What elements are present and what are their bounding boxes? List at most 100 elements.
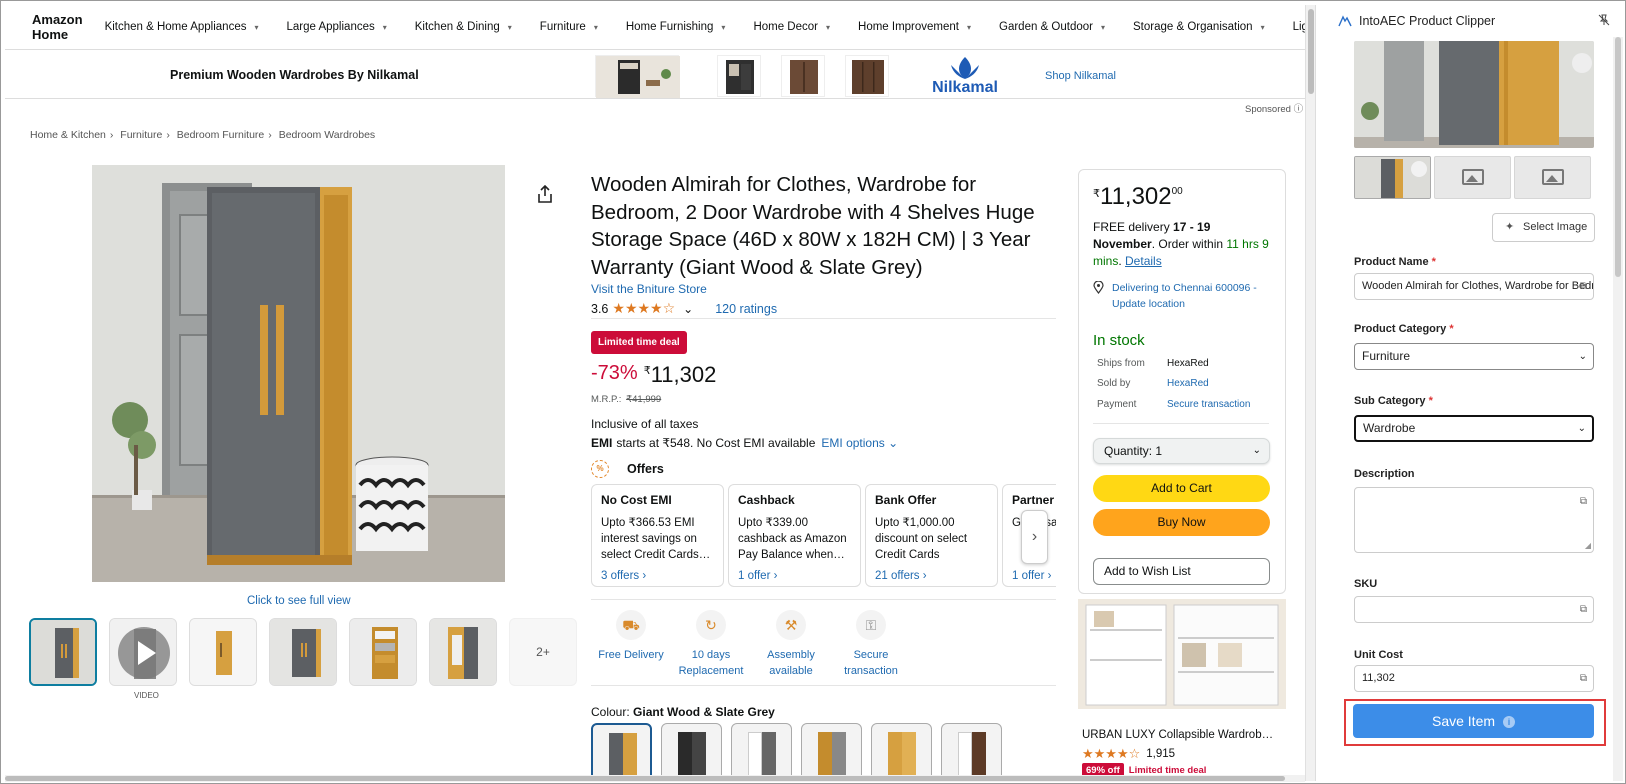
- panel-body: ✦ Select Image Product Name * Wooden Alm…: [1316, 37, 1624, 781]
- resize-handle-icon[interactable]: ◢: [1585, 541, 1591, 550]
- feature-secure-transaction[interactable]: ⚿ Secure transaction: [831, 610, 911, 679]
- expand-icon[interactable]: ⧉: [1580, 496, 1587, 507]
- scrollbar-thumb[interactable]: [1615, 37, 1621, 277]
- label-text: Description: [1354, 468, 1415, 480]
- offer-link[interactable]: 1 offer ›: [1012, 570, 1056, 582]
- add-to-cart-button[interactable]: Add to Cart: [1093, 475, 1270, 502]
- nav-item-home-furnishing[interactable]: Home Furnishing ▾: [626, 21, 726, 33]
- delivery-location-link[interactable]: Delivering to Chennai 600096 - Update lo…: [1093, 280, 1278, 312]
- thumbnail-4[interactable]: [269, 618, 337, 686]
- nav-item-furniture[interactable]: Furniture ▾: [540, 21, 598, 33]
- feature-label: 10 days Replacement: [678, 649, 744, 677]
- secure-transaction-link[interactable]: Secure transaction: [1167, 399, 1250, 410]
- ad-room-image[interactable]: [595, 55, 680, 98]
- thumbnail-5[interactable]: [349, 618, 417, 686]
- ad-title[interactable]: Premium Wooden Wardrobes By Nilkamal: [170, 68, 419, 82]
- image-option-2[interactable]: [1434, 156, 1511, 199]
- nav-item-garden-outdoor[interactable]: Garden & Outdoor ▾: [999, 21, 1105, 33]
- feature-replacement[interactable]: ↻ 10 days Replacement: [671, 610, 751, 679]
- product-category-select[interactable]: Furniture ⌄: [1354, 343, 1594, 370]
- swatch-door: [748, 732, 762, 781]
- page-horizontal-scrollbar[interactable]: [5, 775, 1305, 782]
- sub-category-select[interactable]: Wardrobe ⌄: [1354, 415, 1594, 442]
- page-vertical-scrollbar[interactable]: [1305, 5, 1315, 781]
- ad-wardrobe-image-2[interactable]: [781, 55, 825, 97]
- breadcrumb-home-kitchen[interactable]: Home & Kitchen: [30, 129, 106, 141]
- shop-nilkamal-link[interactable]: Shop Nilkamal: [1045, 70, 1116, 82]
- colour-swatch-5[interactable]: [871, 723, 932, 781]
- nav-item-label: Lighting: [1292, 21, 1305, 33]
- nav-item-kitchen-dining[interactable]: Kitchen & Dining ▾: [415, 21, 512, 33]
- nav-item-kitchen-home-appliances[interactable]: Kitchen & Home Appliances ▾: [105, 21, 259, 33]
- offer-link[interactable]: 3 offers ›: [601, 570, 714, 582]
- thumbnail-3[interactable]: [189, 618, 257, 686]
- breadcrumb-separator: ›: [268, 129, 272, 141]
- nav-item-storage-organisation[interactable]: Storage & Organisation ▾: [1133, 21, 1265, 33]
- select-image-button[interactable]: ✦ Select Image: [1492, 213, 1595, 242]
- unit-cost-input[interactable]: 11,302 ⧉: [1354, 665, 1594, 692]
- expand-icon[interactable]: ⧉: [1580, 666, 1587, 691]
- nav-item-large-appliances[interactable]: Large Appliances ▾: [287, 21, 387, 33]
- quantity-select[interactable]: Quantity: 1 ⌄: [1093, 438, 1270, 464]
- emi-options-link[interactable]: EMI options ⌄: [821, 436, 898, 450]
- colour-swatch-giant-wood-slate-grey[interactable]: [591, 723, 652, 781]
- offer-card[interactable]: Bank Offer Upto ₹1,000.00 discount on se…: [865, 484, 998, 587]
- price-line: -73% ₹ 11,302: [591, 362, 716, 388]
- panel-scrollbar[interactable]: [1613, 37, 1623, 781]
- rating-stars-icon[interactable]: ★★★★☆: [612, 300, 675, 317]
- thumbnail-video[interactable]: [109, 618, 177, 686]
- thumbnail-more[interactable]: 2+: [509, 618, 577, 686]
- nav-item-lighting[interactable]: Lighting▾: [1293, 21, 1305, 33]
- breadcrumb-bedroom-furniture[interactable]: Bedroom Furniture: [177, 129, 265, 141]
- scrollbar-thumb[interactable]: [1308, 9, 1314, 94]
- limited-deal-badge: Limited time deal: [591, 331, 687, 354]
- scrollbar-thumb[interactable]: [5, 776, 1285, 781]
- seller-link[interactable]: HexaRed: [1167, 378, 1209, 389]
- description-textarea[interactable]: ⧉ ◢: [1354, 487, 1594, 553]
- buy-now-button[interactable]: Buy Now: [1093, 509, 1270, 536]
- sponsored-banner[interactable]: Premium Wooden Wardrobes By Nilkamal Nil…: [5, 51, 1305, 99]
- sponsored-product-image[interactable]: [1078, 599, 1286, 709]
- sku-input[interactable]: ⧉: [1354, 596, 1594, 623]
- offer-link[interactable]: 21 offers ›: [875, 570, 988, 582]
- save-item-button[interactable]: Save Item i: [1353, 704, 1594, 738]
- nav-brand-link[interactable]: Amazon Home: [32, 12, 83, 42]
- breadcrumb-furniture[interactable]: Furniture: [120, 129, 162, 141]
- ratings-count-link[interactable]: 120 ratings: [715, 302, 777, 316]
- product-name-input[interactable]: Wooden Almirah for Clothes, Wardrobe for…: [1354, 273, 1594, 300]
- expand-icon[interactable]: ⧉: [1580, 597, 1587, 622]
- see-full-view-link[interactable]: Click to see full view: [247, 595, 351, 607]
- unpin-icon[interactable]: [1598, 14, 1610, 29]
- thumbnail-6[interactable]: [429, 618, 497, 686]
- feature-assembly[interactable]: ⚒ Assembly available: [751, 610, 831, 679]
- share-icon[interactable]: [537, 184, 553, 208]
- offers-next-button[interactable]: ›: [1021, 510, 1048, 564]
- offer-card[interactable]: Cashback Upto ₹339.00 cashback as Amazon…: [728, 484, 861, 587]
- offer-link[interactable]: 1 offer ›: [738, 570, 851, 582]
- nilkamal-logo[interactable]: Nilkamal: [927, 55, 1003, 97]
- order-within-prefix: . Order within: [1151, 237, 1224, 251]
- thumbnail-1[interactable]: [29, 618, 97, 686]
- image-option-3[interactable]: [1514, 156, 1591, 199]
- add-to-wish-list-button[interactable]: Add to Wish List: [1093, 558, 1270, 585]
- sponsored-label[interactable]: Sponsored ⓘ: [1245, 101, 1303, 115]
- sponsored-product-title[interactable]: URBAN LUXY Collapsible Wardrob…: [1082, 729, 1282, 741]
- nav-item-home-improvement[interactable]: Home Improvement ▾: [858, 21, 971, 33]
- colour-swatch-2[interactable]: [661, 723, 722, 781]
- delivery-details-link[interactable]: Details: [1125, 254, 1162, 268]
- product-main-image[interactable]: [92, 165, 505, 582]
- ad-wardrobe-image-3[interactable]: [845, 55, 889, 97]
- visit-store-link[interactable]: Visit the Bniture Store: [591, 282, 707, 296]
- image-option-1[interactable]: [1354, 156, 1431, 199]
- chevron-down-icon[interactable]: ⌄: [683, 302, 693, 316]
- nav-item-home-decor[interactable]: Home Decor ▾: [753, 21, 830, 33]
- ad-wardrobe-image-1[interactable]: [717, 55, 761, 97]
- colour-swatch-4[interactable]: [801, 723, 862, 781]
- breadcrumb-bedroom-wardrobes[interactable]: Bedroom Wardrobes: [279, 129, 375, 141]
- feature-free-delivery[interactable]: ⛟ Free Delivery: [591, 610, 671, 663]
- colour-swatch-3[interactable]: [731, 723, 792, 781]
- swatch-door: [888, 732, 902, 781]
- colour-swatch-6[interactable]: [941, 723, 1002, 781]
- offer-card[interactable]: No Cost EMI Upto ₹366.53 EMI interest sa…: [591, 484, 724, 587]
- expand-icon[interactable]: ⧉: [1580, 274, 1587, 299]
